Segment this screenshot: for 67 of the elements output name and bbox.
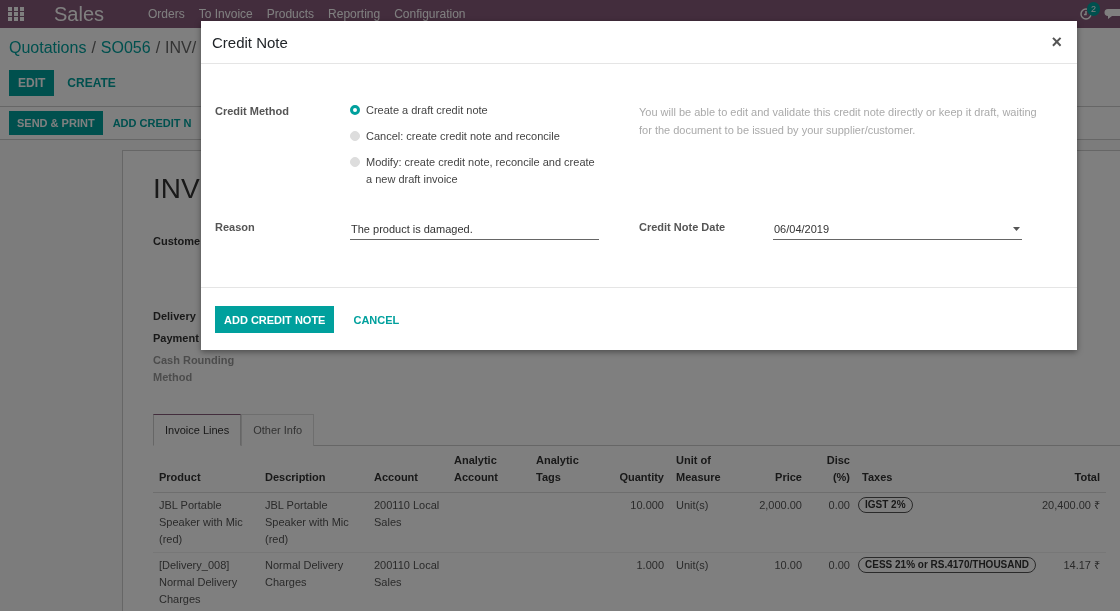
table-cell: 2,000.00 <box>748 493 808 553</box>
send-print-button[interactable]: SEND & PRINT <box>9 111 103 135</box>
column-header: Product <box>153 446 259 493</box>
table-cell: 10.000 <box>590 493 670 553</box>
add-credit-note-button[interactable]: ADD CREDIT N <box>104 111 200 135</box>
cancel-button[interactable]: CANCEL <box>344 305 409 333</box>
reason-input[interactable]: The product is damaged. <box>350 218 599 240</box>
edit-button[interactable]: EDIT <box>9 70 55 96</box>
app-name: Sales <box>54 2 105 26</box>
apps-grid-icon[interactable] <box>8 7 24 21</box>
breadcrumb-link[interactable]: INV/ <box>165 39 197 57</box>
breadcrumb-separator: / <box>155 39 161 57</box>
help-text: You will be able to edit and validate this credit note directly or keep it draft, waiting for the document to be issued by your supplier/customer. <box>639 105 1038 138</box>
field-label: Credit Note Date <box>639 220 727 235</box>
column-header: Unit of Measure <box>670 446 748 493</box>
column-header: Disc (%) <box>808 446 856 493</box>
field-label: Custome <box>153 234 201 249</box>
tab[interactable]: Invoice Lines <box>153 414 242 446</box>
column-header: Taxes <box>856 446 1026 493</box>
nav-menu-item[interactable]: Orders <box>148 7 185 21</box>
radio-option[interactable]: Cancel: create credit note and reconcile <box>350 128 600 145</box>
nav-menu-item[interactable]: Products <box>266 7 315 21</box>
invoice-title: INV <box>153 173 200 205</box>
nav-menu-item[interactable]: To Invoice <box>198 7 253 21</box>
create-button[interactable]: CREATE <box>58 70 125 96</box>
tab[interactable]: Other Info <box>241 414 315 446</box>
activity-badge: 2 <box>1087 2 1100 16</box>
radio-label: Create a draft credit note <box>366 103 488 118</box>
table-cell: 0.00 <box>808 493 856 553</box>
breadcrumb-link[interactable]: Quotations <box>9 39 87 57</box>
dialog-title: Credit Note <box>212 33 288 51</box>
field-label: Reason <box>215 220 256 235</box>
table-cell: Unit(s) <box>670 493 748 553</box>
breadcrumb-link[interactable]: SO056 <box>100 39 151 57</box>
table-cell: JBL Portable Speaker with Mic (red) <box>153 493 259 553</box>
table-cell: 200110 Local Sales <box>368 493 448 553</box>
table-cell: 0.00 <box>808 553 856 611</box>
table-cell: 10.00 <box>748 553 808 611</box>
add-credit-note-button[interactable]: ADD CREDIT NOTE <box>215 305 335 333</box>
caret-icon <box>1013 226 1020 231</box>
chat-icon[interactable] <box>1102 8 1120 20</box>
clock-icon[interactable] <box>1080 8 1092 20</box>
field-label: Delivery <box>153 309 196 324</box>
table-cell: Unit(s) <box>670 553 748 611</box>
table-cell: 20,400.00 ₹ <box>1026 493 1106 553</box>
column-header: Description <box>259 446 368 493</box>
nav-menu-item[interactable]: Reporting <box>328 7 381 21</box>
date-input[interactable]: 06/04/2019 <box>773 218 1022 240</box>
nav-menu-item[interactable]: Configuration <box>394 7 466 21</box>
column-header: Analytic Account <box>448 446 530 493</box>
table-cell: [Delivery_008] Normal Delivery Charges <box>153 553 259 611</box>
close-button[interactable]: × <box>1047 31 1066 53</box>
radio-icon[interactable] <box>350 105 360 115</box>
table-cell: 200110 Local Sales <box>368 553 448 611</box>
radio-label: Cancel: create credit note and reconcile <box>366 129 560 144</box>
breadcrumb-separator: / <box>91 39 96 57</box>
table-cell: JBL Portable Speaker with Mic (red) <box>259 493 368 553</box>
column-header: Price <box>748 446 808 493</box>
table-cell: Normal Delivery Charges <box>259 553 368 611</box>
column-header: Analytic Tags <box>530 446 590 493</box>
column-header: Quantity <box>590 446 670 493</box>
field-label: Credit Method <box>215 104 290 119</box>
table-cell: 1.000 <box>590 553 670 611</box>
column-header: Total <box>1026 446 1106 493</box>
field-label: Payment <box>153 331 199 346</box>
column-header: Account <box>368 446 448 493</box>
radio-option[interactable]: Create a draft credit note <box>350 102 600 119</box>
